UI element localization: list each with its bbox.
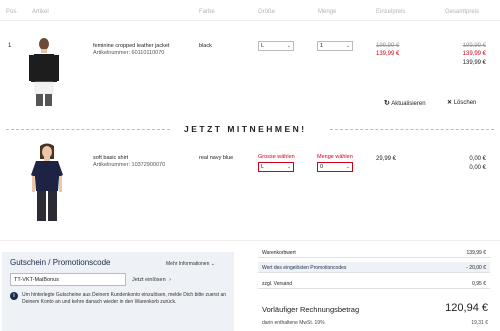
coupon-title: Gutschein / Promotionscode (10, 258, 111, 267)
chevron-down-icon: ⌄ (345, 164, 350, 170)
divider-line-right (330, 129, 494, 130)
unit-price-old: 199,99 € (376, 43, 400, 49)
info-icon: i (10, 292, 18, 300)
size-select[interactable]: L ⌄ (258, 41, 294, 51)
size-select-value: L (261, 43, 265, 49)
col-groesse: Größe (258, 9, 276, 15)
item-position: 1 (8, 43, 12, 49)
update-label: Aktualisieren (391, 101, 426, 107)
summary-row-shipping: zzgl. Versand 0,95 € (258, 278, 490, 289)
unit-price: 29,99 € (376, 156, 397, 162)
coupon-code-value: TT-VKT-MaiBonus (14, 277, 59, 283)
summary-value: 0,95 € (472, 281, 486, 287)
close-icon: ✕ (447, 100, 453, 106)
item-article-number: Artikelnummer: 10372900070 (93, 162, 166, 168)
summary-label: Wert des eingelösten Promotioncodes (262, 265, 347, 271)
total-price: 0,00 € (469, 165, 486, 171)
total-price: 139,99 € (462, 60, 486, 66)
chevron-down-icon: ⌄ (286, 43, 291, 49)
summary-label: zzgl. Versand (262, 281, 293, 287)
quantity-select-value: 1 (320, 43, 324, 49)
product-image-basic-shirt[interactable] (30, 143, 64, 221)
quantity-select[interactable]: 0 ⌄ (317, 162, 353, 172)
quantity-hint: Menge wählen (317, 154, 353, 160)
col-farbe: Farbe (199, 9, 215, 15)
size-select[interactable]: L ⌄ (258, 162, 294, 172)
col-pos: Pos. (6, 9, 19, 15)
section-divider (0, 240, 500, 241)
quantity-select-value: 0 (320, 164, 324, 170)
col-artikel: Artikel (32, 9, 49, 15)
delete-label: Löschen (453, 100, 477, 106)
total-price-new: 139,99 € (462, 51, 486, 57)
coupon-info-text: Um hinterlegte Gutscheine aus Deinem Kun… (22, 292, 227, 305)
delete-button[interactable]: ✕ Löschen (447, 99, 476, 106)
total-price-old: 199,99 € (462, 43, 486, 49)
chevron-down-icon: ⌄ (345, 43, 350, 49)
item-name[interactable]: soft basic shirt (93, 155, 128, 161)
col-einzelpreis: Einzelpreis (376, 9, 406, 15)
more-info-link[interactable]: Mehr Informationen ⌄ (166, 261, 215, 267)
divider-line-left (6, 129, 170, 130)
summary-row-cart-value: Warenkorbwert 139,99 € (258, 247, 490, 258)
size-select-value: L (261, 164, 265, 170)
col-menge: Menge (318, 9, 337, 15)
chevron-down-icon: ⌄ (210, 261, 215, 267)
quantity-select[interactable]: 1 ⌄ (317, 41, 353, 51)
summary-label: Warenkorbwert (262, 250, 296, 256)
chevron-right-icon: › (169, 277, 172, 283)
item-color: real navy blue (199, 155, 234, 161)
coupon-code-input[interactable]: TT-VKT-MaiBonus (10, 273, 126, 286)
summary-value: 139,99 € (466, 250, 486, 256)
product-image-leather-jacket[interactable] (26, 38, 62, 106)
unit-price-new: 139,99 € (376, 51, 400, 57)
vat-label: darin enthaltene MwSt. 19% (262, 320, 325, 326)
item-name[interactable]: feminine cropped leather jacket (93, 43, 169, 49)
item-color: black (199, 43, 212, 49)
refresh-icon: ↻ (384, 100, 390, 107)
total-price-small: 0,00 € (469, 156, 486, 162)
total-label: Vorläufiger Rechnungsbetrag (262, 305, 360, 314)
size-hint: Grosse wählen (258, 154, 295, 160)
summary-row-promo: Wert des eingelösten Promotioncodes - 20… (258, 262, 490, 273)
item-article-number: Artikelnummer: 60110110070 (93, 50, 165, 56)
promo-divider-title: JETZT MITNEHMEN! (184, 124, 307, 134)
total-value: 120,94 € (445, 302, 488, 314)
chevron-down-icon: ⌄ (286, 164, 291, 170)
redeem-button[interactable]: Jetzt einlösen › (132, 277, 171, 283)
vat-value: 19,31 € (471, 320, 488, 326)
col-gesamtpreis: Gesamtpreis (445, 9, 480, 15)
summary-value: - 20,00 € (466, 265, 486, 271)
redeem-label: Jetzt einlösen (132, 277, 166, 283)
update-button[interactable]: ↻ Aktualisieren (384, 99, 426, 107)
more-info-label: Mehr Informationen (166, 261, 210, 267)
header-divider (0, 20, 500, 21)
coupon-panel: Gutschein / Promotionscode Mehr Informat… (2, 252, 234, 331)
